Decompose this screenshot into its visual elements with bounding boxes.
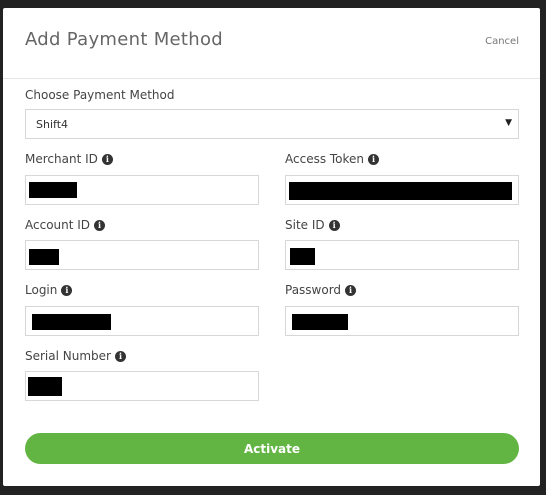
site-id-field[interactable] <box>285 240 519 270</box>
access-token-field[interactable] <box>285 175 519 205</box>
redacted-value <box>29 182 77 198</box>
site-id-label: Site ID i <box>285 218 340 232</box>
access-token-label-text: Access Token <box>285 152 365 166</box>
login-field[interactable] <box>25 306 259 336</box>
account-id-label: Account ID i <box>25 218 106 232</box>
merchant-id-label: Merchant ID i <box>25 152 113 166</box>
login-label: Login i <box>25 283 73 297</box>
info-icon[interactable]: i <box>345 284 357 296</box>
serial-number-label-text: Serial Number <box>25 349 111 363</box>
password-label: Password i <box>285 283 357 297</box>
redacted-value <box>32 314 111 330</box>
redacted-value <box>292 314 348 330</box>
dialog-title: Add Payment Method <box>25 29 224 50</box>
info-icon[interactable]: i <box>368 153 380 165</box>
redacted-value <box>29 249 59 265</box>
cancel-button[interactable]: Cancel <box>485 36 519 47</box>
account-id-field[interactable] <box>25 240 259 270</box>
login-label-text: Login <box>25 283 58 297</box>
password-field[interactable] <box>285 306 519 336</box>
activate-button[interactable]: Activate <box>25 433 519 464</box>
redacted-value <box>28 377 62 396</box>
site-id-label-text: Site ID <box>285 218 325 232</box>
password-label-text: Password <box>285 283 342 297</box>
add-payment-method-dialog: Add Payment Method Cancel Choose Payment… <box>3 8 540 486</box>
merchant-id-field[interactable] <box>25 175 259 205</box>
payment-method-label: Choose Payment Method <box>25 88 174 102</box>
account-id-label-text: Account ID <box>25 218 91 232</box>
redacted-value <box>289 182 512 200</box>
dialog-header: Add Payment Method Cancel <box>3 8 540 79</box>
info-icon[interactable]: i <box>61 284 73 296</box>
payment-method-label-text: Choose Payment Method <box>25 88 175 102</box>
access-token-label: Access Token i <box>285 152 380 166</box>
info-icon[interactable]: i <box>94 219 106 231</box>
info-icon[interactable]: i <box>114 350 126 362</box>
redacted-value <box>290 248 315 265</box>
payment-method-select[interactable]: Shift4 ▼ <box>25 109 519 139</box>
chevron-down-icon: ▼ <box>505 118 512 128</box>
serial-number-field[interactable] <box>25 371 259 401</box>
info-icon[interactable]: i <box>101 153 113 165</box>
merchant-id-label-text: Merchant ID <box>25 152 98 166</box>
payment-method-selected-value: Shift4 <box>36 118 69 131</box>
info-icon[interactable]: i <box>328 219 340 231</box>
serial-number-label: Serial Number i <box>25 349 126 363</box>
